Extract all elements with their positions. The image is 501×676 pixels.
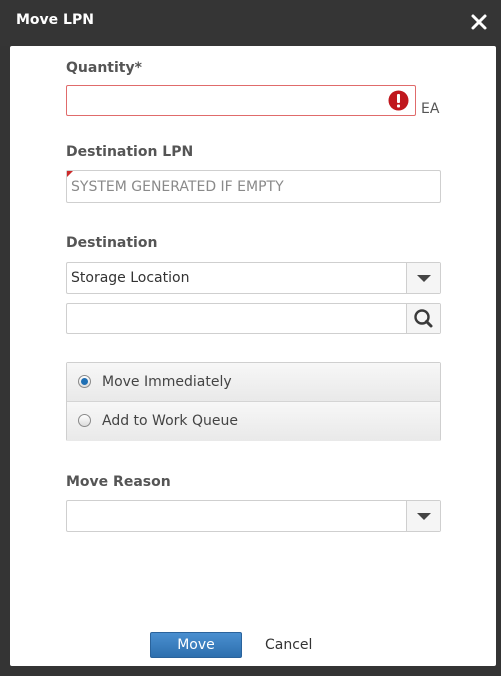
destination-label: Destination: [66, 235, 158, 251]
search-button[interactable]: [406, 304, 440, 333]
quantity-input[interactable]: [67, 86, 415, 115]
add-to-work-queue-radio[interactable]: [78, 414, 91, 427]
move-option-group: Move Immediately Add to Work Queue: [66, 362, 441, 441]
chevron-down-icon[interactable]: [406, 263, 440, 293]
move-lpn-dialog: Move LPN Quantity* EA Destination LPN SY…: [0, 0, 501, 676]
quantity-unit: EA: [421, 101, 440, 117]
close-icon: [471, 14, 487, 30]
destination-select[interactable]: Storage Location: [66, 262, 441, 294]
add-to-work-queue-option[interactable]: Add to Work Queue: [67, 402, 440, 441]
dialog-title: Move LPN: [16, 12, 94, 28]
add-to-work-queue-label: Add to Work Queue: [102, 413, 238, 429]
destination-lpn-field[interactable]: [66, 170, 441, 203]
quantity-field[interactable]: [66, 85, 416, 116]
move-immediately-radio[interactable]: [78, 375, 91, 388]
destination-select-value: Storage Location: [71, 270, 190, 286]
location-search-input[interactable]: [67, 304, 407, 333]
move-reason-label: Move Reason: [66, 474, 171, 490]
dialog-body: Quantity* EA Destination LPN Destination…: [10, 46, 496, 666]
close-button[interactable]: [469, 12, 489, 32]
cancel-button[interactable]: Cancel: [265, 637, 312, 653]
location-search-field[interactable]: [66, 303, 441, 334]
dialog-header: Move LPN: [0, 0, 501, 46]
required-corner-mark: [67, 171, 73, 177]
search-icon: [414, 309, 433, 328]
move-immediately-label: Move Immediately: [102, 374, 232, 390]
move-immediately-option[interactable]: Move Immediately: [67, 363, 440, 402]
quantity-label: Quantity*: [66, 60, 142, 76]
destination-lpn-input[interactable]: [67, 171, 440, 202]
error-icon: [388, 90, 409, 111]
move-reason-select[interactable]: [66, 500, 441, 532]
move-button[interactable]: Move: [150, 632, 242, 658]
chevron-down-icon[interactable]: [406, 501, 440, 531]
destination-lpn-label: Destination LPN: [66, 144, 194, 160]
